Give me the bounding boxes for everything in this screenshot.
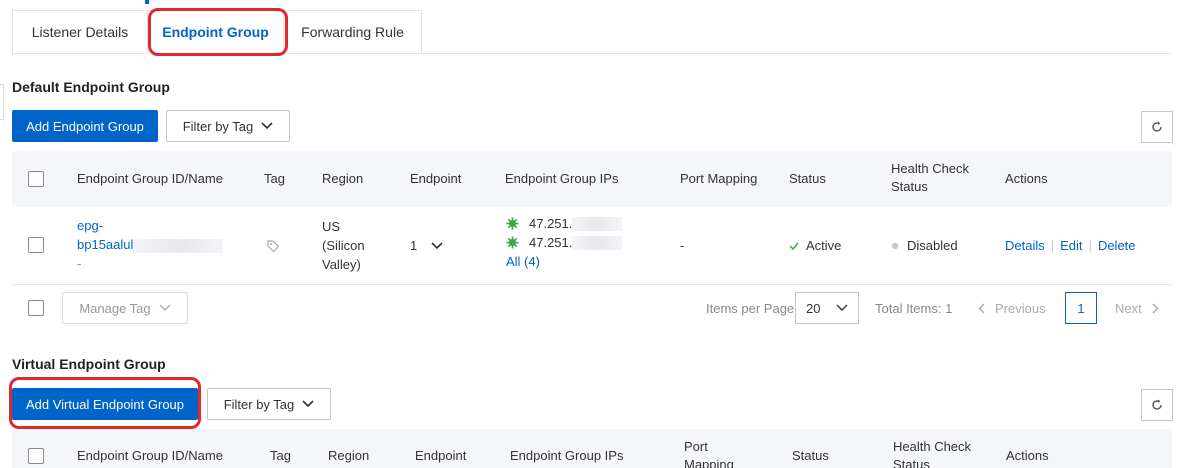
tab-forwarding-rule[interactable]: Forwarding Rule bbox=[283, 10, 422, 54]
endpoint-group-id-link-2[interactable]: bp15aalul bbox=[77, 237, 133, 252]
items-per-page-select[interactable]: 20 bbox=[795, 292, 859, 324]
filter-by-tag-button[interactable]: Filter by Tag bbox=[166, 110, 290, 142]
tag-icon[interactable] bbox=[266, 239, 280, 253]
chevron-down-icon bbox=[261, 122, 273, 130]
select-all-checkbox[interactable] bbox=[28, 171, 44, 187]
endpoint-group-id-cell: epg- bp15aalul - bbox=[77, 216, 237, 273]
footer-select-all-checkbox[interactable] bbox=[28, 300, 44, 316]
tab-indicator bbox=[145, 0, 149, 4]
highlight-box-add-virtual-button bbox=[9, 377, 201, 429]
chevron-down-icon bbox=[302, 400, 314, 408]
virtual-filter-by-tag-button[interactable]: Filter by Tag bbox=[207, 388, 331, 420]
page-1-button[interactable]: 1 bbox=[1065, 292, 1097, 324]
previous-label: Previous bbox=[995, 301, 1046, 316]
next-label: Next bbox=[1115, 301, 1142, 316]
manage-tag-label: Manage Tag bbox=[79, 300, 151, 316]
gear-icon bbox=[506, 236, 519, 249]
status-cell: Active bbox=[789, 236, 841, 255]
region-cell: US (Silicon Valley) bbox=[322, 217, 365, 274]
ip-address-2: 47.251. bbox=[529, 235, 573, 250]
virtual-col-header-tag: Tag bbox=[270, 448, 291, 463]
col-header-endpoint: Endpoint bbox=[410, 171, 462, 186]
refresh-icon bbox=[1152, 399, 1162, 410]
status-text: Active bbox=[806, 238, 842, 253]
details-link[interactable]: Details bbox=[1005, 238, 1045, 253]
check-icon bbox=[789, 242, 799, 250]
virtual-col-header-health-check: Health Check Status bbox=[893, 438, 971, 468]
virtual-col-header-endpoint: Endpoint bbox=[415, 448, 467, 463]
chevron-down-icon bbox=[431, 241, 443, 249]
default-endpoint-group-title: Default Endpoint Group bbox=[12, 79, 170, 95]
redacted-ip-2 bbox=[572, 235, 623, 250]
region-line-3: Valley) bbox=[322, 257, 361, 272]
virtual-col-header-actions: Actions bbox=[1006, 448, 1049, 463]
virtual-col-header-port-mapping: Port Mapping bbox=[684, 438, 734, 468]
virtual-col-header-status: Status bbox=[792, 448, 829, 463]
previous-page-button[interactable]: Previous bbox=[978, 299, 1046, 318]
highlight-box-endpoint-group-tab bbox=[148, 8, 288, 56]
chevron-right-icon bbox=[1152, 303, 1159, 314]
tab-listener-details[interactable]: Listener Details bbox=[12, 10, 148, 54]
next-page-button[interactable]: Next bbox=[1115, 299, 1159, 318]
group-ips-cell: 47.251. 47.251. All (4) bbox=[506, 214, 636, 271]
edit-link[interactable]: Edit bbox=[1060, 238, 1082, 253]
table-row: epg- bp15aalul - US (Silicon Valley) 1 4… bbox=[12, 207, 1172, 285]
refresh-button[interactable] bbox=[1141, 111, 1173, 143]
ip-address-1: 47.251. bbox=[529, 216, 573, 231]
col-header-actions: Actions bbox=[1005, 171, 1048, 186]
col-header-id-name: Endpoint Group ID/Name bbox=[77, 171, 223, 186]
delete-link[interactable]: Delete bbox=[1098, 238, 1136, 253]
items-per-page-label: Items per Page bbox=[706, 301, 795, 316]
side-panel-handle[interactable] bbox=[0, 84, 4, 120]
virtual-filter-by-tag-label: Filter by Tag bbox=[223, 396, 295, 412]
refresh-icon bbox=[1152, 121, 1162, 132]
col-header-region: Region bbox=[322, 171, 364, 186]
total-items: Total Items: 1 bbox=[875, 301, 953, 316]
col-header-status: Status bbox=[789, 171, 826, 186]
chevron-down-icon bbox=[836, 304, 848, 311]
gear-icon bbox=[506, 217, 519, 230]
filter-by-tag-label: Filter by Tag bbox=[182, 118, 254, 134]
virtual-col-header-id-name: Endpoint Group ID/Name bbox=[77, 448, 223, 463]
col-header-group-ips: Endpoint Group IPs bbox=[505, 171, 619, 186]
chevron-down-icon bbox=[159, 304, 171, 311]
col-header-health-check: Health Check Status bbox=[891, 161, 970, 194]
add-endpoint-group-button[interactable]: Add Endpoint Group bbox=[12, 110, 158, 142]
default-table-header: Endpoint Group ID/Name Tag Region Endpoi… bbox=[12, 151, 1172, 207]
col-header-tag: Tag bbox=[264, 171, 285, 186]
items-per-page-value: 20 bbox=[806, 300, 821, 316]
endpoint-count: 1 bbox=[410, 238, 418, 253]
chevron-left-icon bbox=[978, 303, 985, 314]
endpoint-group-id-link[interactable]: epg- bbox=[77, 216, 237, 235]
virtual-refresh-button[interactable] bbox=[1141, 389, 1173, 421]
disabled-dot-icon bbox=[891, 242, 899, 249]
virtual-health-line-2: Status bbox=[893, 457, 930, 468]
virtual-select-all-checkbox[interactable] bbox=[28, 448, 44, 464]
region-line-2: (Silicon bbox=[322, 238, 365, 253]
actions-cell: Details | Edit | Delete bbox=[1005, 238, 1136, 253]
port-mapping-cell: - bbox=[680, 238, 685, 253]
all-ips-link[interactable]: All (4) bbox=[506, 252, 636, 271]
col-header-port-mapping: Port Mapping bbox=[680, 171, 758, 186]
virtual-table-header: Endpoint Group ID/Name Tag Region Endpoi… bbox=[12, 429, 1172, 468]
row-checkbox[interactable] bbox=[28, 237, 44, 253]
virtual-port-line-2: Mapping bbox=[684, 457, 734, 468]
endpoint-count-dropdown[interactable]: 1 bbox=[410, 236, 443, 255]
health-check-cell: Disabled bbox=[891, 236, 958, 255]
virtual-col-header-group-ips: Endpoint Group IPs bbox=[510, 448, 624, 463]
redacted-ip-1 bbox=[572, 216, 623, 231]
virtual-endpoint-group-title: Virtual Endpoint Group bbox=[12, 356, 166, 372]
health-status-text: Disabled bbox=[907, 238, 958, 253]
region-line-1: US bbox=[322, 219, 341, 234]
table-footer: Manage Tag Items per Page 20 Total Items… bbox=[12, 286, 1172, 332]
virtual-col-header-region: Region bbox=[328, 448, 370, 463]
endpoint-group-name: - bbox=[77, 256, 82, 271]
manage-tag-button[interactable]: Manage Tag bbox=[62, 292, 188, 324]
virtual-health-line-1: Health Check bbox=[893, 439, 972, 454]
virtual-port-line-1: Port bbox=[684, 439, 708, 454]
redacted-id bbox=[133, 238, 224, 253]
